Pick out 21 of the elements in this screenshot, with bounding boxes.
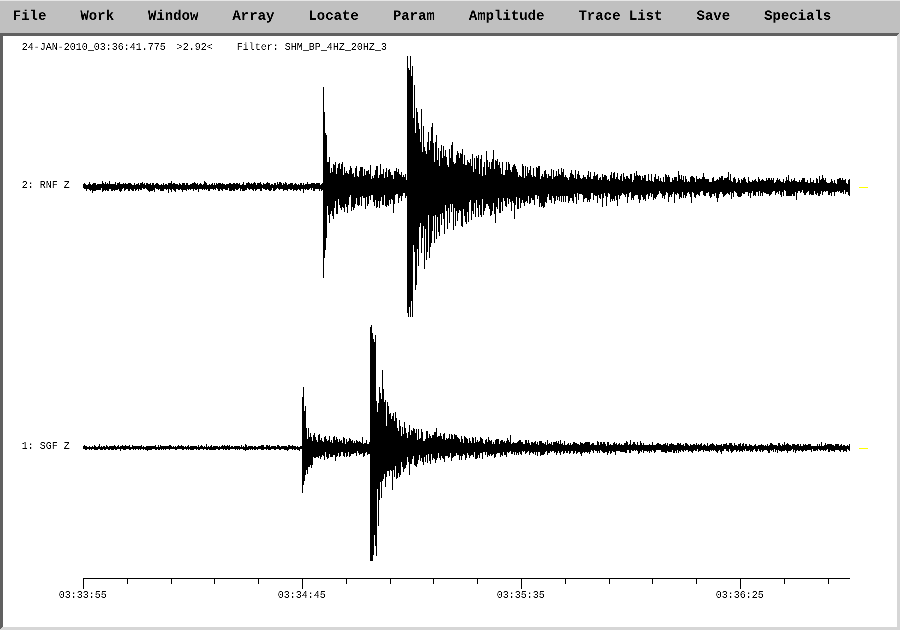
scale-text: >2.92< bbox=[177, 43, 214, 55]
axis-tick-label: 03:34:45 bbox=[278, 591, 326, 603]
menu-item[interactable]: Array bbox=[224, 1, 283, 33]
menu-item[interactable]: Trace List bbox=[570, 1, 671, 33]
menu-item[interactable]: Locate bbox=[300, 1, 368, 33]
menu-item[interactable]: File bbox=[5, 1, 55, 33]
marker-icon bbox=[859, 187, 868, 188]
menu-item[interactable]: Work bbox=[72, 1, 122, 33]
menu-item[interactable]: Window bbox=[140, 1, 207, 33]
menu-item[interactable]: Save bbox=[688, 1, 738, 33]
menu-item[interactable]: Specials bbox=[756, 1, 840, 33]
axis-tick-label: 03:35:35 bbox=[497, 591, 545, 603]
trace-label: 2: RNF Z bbox=[22, 181, 70, 193]
timestamp-text: 24-JAN-2010_03:36:41.775 bbox=[22, 43, 166, 55]
marker-icon bbox=[859, 448, 868, 449]
trace-label: 1: SGF Z bbox=[22, 442, 70, 454]
menu-item[interactable]: Amplitude bbox=[461, 1, 553, 33]
axis-tick-label: 03:33:55 bbox=[59, 591, 107, 603]
menu-item[interactable]: Param bbox=[385, 1, 444, 33]
filter-text: Filter: SHM_BP_4HZ_20HZ_3 bbox=[237, 43, 388, 55]
axis-tick-label: 03:36:25 bbox=[716, 591, 764, 603]
